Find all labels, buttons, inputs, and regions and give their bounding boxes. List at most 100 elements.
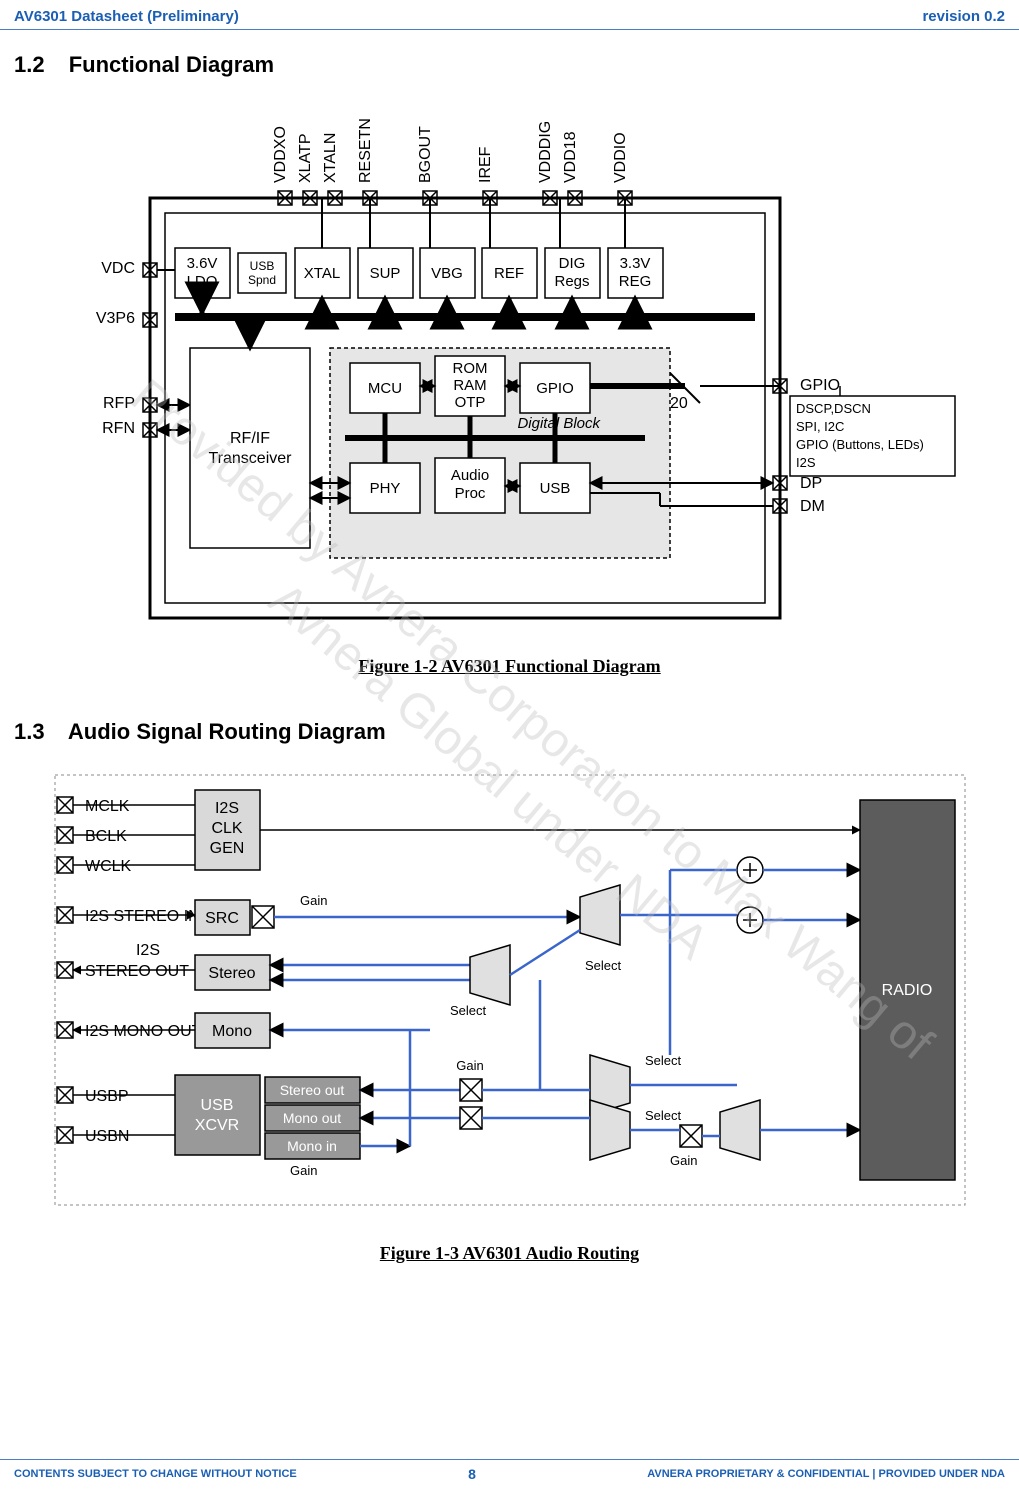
svg-text:ROM: ROM bbox=[452, 360, 487, 377]
svg-text:RFN: RFN bbox=[102, 420, 135, 437]
svg-text:RAM: RAM bbox=[453, 377, 486, 394]
svg-text:XLATP: XLATP bbox=[297, 134, 314, 184]
svg-text:REG: REG bbox=[618, 273, 651, 290]
block-ref: REF bbox=[482, 198, 537, 313]
svg-text:I2S STEREO IN: I2S STEREO IN bbox=[85, 908, 200, 925]
block-vbg: VBG bbox=[420, 198, 475, 313]
block-3p6v-ldo: 3.6V LDO bbox=[175, 248, 230, 313]
svg-text:DP: DP bbox=[800, 475, 822, 492]
svg-text:DM: DM bbox=[800, 498, 825, 515]
section-1-2-heading: 1.2 Functional Diagram bbox=[0, 30, 1019, 88]
svg-text:VBG: VBG bbox=[431, 265, 463, 282]
svg-text:RADIO: RADIO bbox=[881, 982, 932, 999]
svg-text:I2S MONO OUT: I2S MONO OUT bbox=[85, 1023, 202, 1040]
svg-text:SRC: SRC bbox=[205, 910, 239, 927]
svg-text:Transceiver: Transceiver bbox=[208, 450, 292, 467]
svg-text:XTALN: XTALN bbox=[322, 133, 339, 183]
section-1-3-num: 1.3 bbox=[14, 719, 45, 744]
page-footer: CONTENTS SUBJECT TO CHANGE WITHOUT NOTIC… bbox=[0, 1459, 1019, 1492]
svg-text:Gain: Gain bbox=[290, 1163, 317, 1178]
svg-text:WCLK: WCLK bbox=[85, 858, 132, 875]
svg-text:USB: USB bbox=[539, 480, 570, 497]
footer-left: CONTENTS SUBJECT TO CHANGE WITHOUT NOTIC… bbox=[14, 1468, 297, 1480]
svg-text:SPI, I2C: SPI, I2C bbox=[796, 419, 844, 434]
svg-text:Mono out: Mono out bbox=[282, 1110, 340, 1126]
svg-text:BCLK: BCLK bbox=[85, 828, 127, 845]
svg-text:Select: Select bbox=[645, 1053, 682, 1068]
svg-text:Stereo: Stereo bbox=[208, 965, 255, 982]
svg-text:GPIO: GPIO bbox=[536, 380, 574, 397]
functional-diagram: VDDXO XLATP XTALN RESETN BGOUT IREF VDDD… bbox=[0, 88, 1019, 648]
svg-text:VDDIO: VDDIO bbox=[612, 132, 629, 183]
svg-text:IREF: IREF bbox=[477, 146, 494, 183]
audio-routing-diagram: MCLK BCLK WCLK I2S STEREO IN I2S STEREO … bbox=[0, 755, 1019, 1235]
svg-text:USBN: USBN bbox=[85, 1128, 129, 1145]
block-rf-if: RF/IF Transceiver bbox=[190, 321, 310, 548]
svg-text:DSCP,DSCN: DSCP,DSCN bbox=[796, 401, 871, 416]
svg-text:Gain: Gain bbox=[456, 1058, 483, 1073]
svg-text:STEREO OUT: STEREO OUT bbox=[85, 963, 189, 980]
svg-text:SUP: SUP bbox=[369, 265, 400, 282]
svg-text:MCU: MCU bbox=[367, 380, 401, 397]
block-usb-spnd: USB Spnd bbox=[238, 253, 286, 293]
svg-text:I2S: I2S bbox=[214, 800, 238, 817]
svg-text:Spnd: Spnd bbox=[247, 273, 275, 287]
svg-text:BGOUT: BGOUT bbox=[417, 126, 434, 183]
svg-text:MCLK: MCLK bbox=[85, 798, 130, 815]
section-1-3-title: Audio Signal Routing Diagram bbox=[68, 719, 386, 744]
svg-text:RESETN: RESETN bbox=[357, 118, 374, 183]
footer-right: AVNERA PROPRIETARY & CONFIDENTIAL | PROV… bbox=[647, 1468, 1005, 1480]
svg-text:DIG: DIG bbox=[558, 255, 585, 272]
block-3p3v-reg: 3.3V REG bbox=[608, 198, 663, 313]
figure-1-2-caption: Figure 1-2 AV6301 Functional Diagram bbox=[0, 656, 1019, 677]
svg-text:VDD18: VDD18 bbox=[562, 131, 579, 183]
svg-text:XTAL: XTAL bbox=[303, 265, 339, 282]
svg-text:Proc: Proc bbox=[454, 485, 485, 502]
svg-text:VDC: VDC bbox=[101, 260, 135, 277]
svg-text:GEN: GEN bbox=[209, 840, 244, 857]
page-header: AV6301 Datasheet (Preliminary) revision … bbox=[0, 0, 1019, 30]
svg-text:Select: Select bbox=[585, 958, 622, 973]
svg-text:LDO: LDO bbox=[186, 273, 217, 290]
svg-text:3.6V: 3.6V bbox=[186, 255, 217, 272]
svg-text:3.3V: 3.3V bbox=[619, 255, 650, 272]
svg-text:Digital Block: Digital Block bbox=[517, 415, 601, 432]
svg-text:PHY: PHY bbox=[369, 480, 400, 497]
svg-text:Gain: Gain bbox=[300, 893, 327, 908]
header-left: AV6301 Datasheet (Preliminary) bbox=[14, 8, 239, 25]
svg-text:Mono: Mono bbox=[211, 1023, 251, 1040]
svg-text:XCVR: XCVR bbox=[194, 1117, 238, 1134]
svg-text:GPIO: GPIO bbox=[800, 377, 840, 394]
svg-text:Select: Select bbox=[450, 1003, 487, 1018]
svg-text:VDDDIG: VDDDIG bbox=[537, 121, 554, 183]
svg-text:REF: REF bbox=[494, 265, 524, 282]
svg-text:I2S: I2S bbox=[135, 942, 159, 959]
svg-text:RFP: RFP bbox=[103, 395, 135, 412]
svg-text:Stereo out: Stereo out bbox=[279, 1082, 344, 1098]
svg-text:RF/IF: RF/IF bbox=[230, 430, 270, 447]
svg-text:V3P6: V3P6 bbox=[95, 310, 134, 327]
svg-text:CLK: CLK bbox=[211, 820, 242, 837]
block-sup: SUP bbox=[358, 198, 413, 313]
svg-text:Mono in: Mono in bbox=[287, 1138, 337, 1154]
svg-text:USB: USB bbox=[200, 1097, 233, 1114]
section-1-2-num: 1.2 bbox=[14, 52, 45, 77]
svg-text:GPIO (Buttons, LEDs): GPIO (Buttons, LEDs) bbox=[796, 437, 924, 452]
block-dig-regs: DIG Regs bbox=[545, 198, 600, 313]
svg-text:USBP: USBP bbox=[85, 1088, 129, 1105]
svg-text:Regs: Regs bbox=[554, 273, 589, 290]
digital-block: Digital Block MCU ROM RAM OTP GPIO PHY A… bbox=[310, 348, 670, 558]
svg-text:I2S: I2S bbox=[796, 455, 816, 470]
svg-text:Gain: Gain bbox=[670, 1153, 697, 1168]
footer-page: 8 bbox=[468, 1466, 476, 1482]
svg-text:Select: Select bbox=[645, 1108, 682, 1123]
svg-text:OTP: OTP bbox=[454, 394, 485, 411]
header-right: revision 0.2 bbox=[922, 8, 1005, 25]
svg-text:VDDXO: VDDXO bbox=[272, 126, 289, 183]
section-1-2-title: Functional Diagram bbox=[69, 52, 274, 77]
svg-text:20: 20 bbox=[670, 395, 688, 412]
block-xtal: XTAL bbox=[295, 198, 350, 313]
figure-1-3-caption: Figure 1-3 AV6301 Audio Routing bbox=[0, 1243, 1019, 1264]
top-pins: VDDXO XLATP XTALN RESETN BGOUT IREF VDDD… bbox=[272, 118, 632, 205]
section-1-3-heading: 1.3 Audio Signal Routing Diagram bbox=[0, 697, 1019, 755]
